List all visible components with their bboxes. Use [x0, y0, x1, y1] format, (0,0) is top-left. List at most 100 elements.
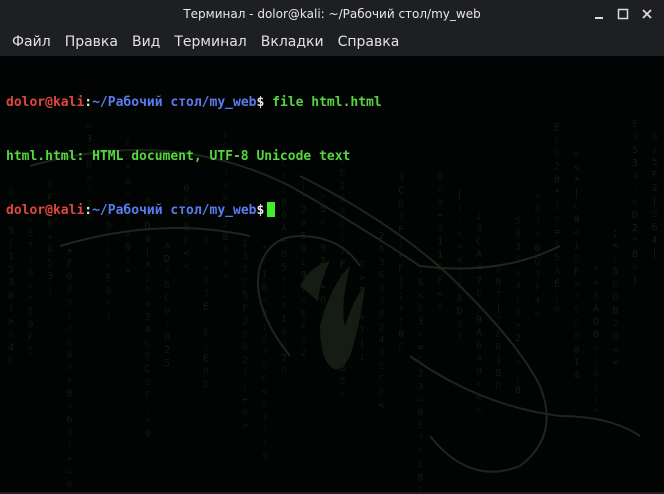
svg-text:F: F [301, 322, 307, 333]
svg-text:|: | [28, 254, 34, 265]
svg-text:<: < [476, 393, 482, 404]
svg-text:<: < [574, 227, 580, 238]
prompt-at: @ [45, 203, 53, 218]
svg-text::: : [457, 203, 463, 214]
svg-text:;: ; [145, 273, 151, 284]
svg-text:3: 3 [476, 224, 482, 235]
svg-text:3: 3 [515, 242, 521, 253]
svg-text:A: A [67, 349, 73, 360]
svg-text:8: 8 [106, 286, 112, 297]
svg-text:>: > [515, 320, 521, 331]
svg-text:F: F [437, 276, 443, 287]
svg-text:<: < [476, 380, 482, 391]
svg-text:C: C [145, 338, 151, 349]
terminal-line: dolor@kali:~/Рабочий стол/my_web$ file h… [6, 94, 382, 112]
svg-text:>: > [223, 271, 229, 282]
svg-text:7: 7 [359, 260, 365, 271]
svg-text::: : [632, 184, 638, 195]
close-button[interactable] [638, 5, 656, 23]
svg-text:5: 5 [340, 376, 346, 387]
svg-text:=: = [418, 342, 424, 353]
terminal-scrollbar[interactable] [660, 56, 664, 494]
svg-text:E: E [203, 301, 209, 312]
svg-text:8: 8 [67, 336, 73, 347]
svg-text:2: 2 [515, 333, 521, 344]
svg-text:+: + [535, 191, 541, 202]
minimize-button[interactable] [590, 5, 608, 23]
svg-text:1: 1 [437, 237, 443, 248]
svg-text:4: 4 [476, 354, 482, 365]
svg-text::: : [398, 316, 404, 327]
svg-text:=: = [301, 296, 307, 307]
prompt-host: kali [52, 203, 85, 218]
terminal-area[interactable]: 5 C * 9 | 1 5 3 B 1 > A 4 D >5 7 | 8 < * 5 9 F 5 9 F 7 B + A 5 3 | + F 0 8 9;… [0, 56, 664, 494]
svg-text:;: ; [67, 310, 73, 321]
close-icon [642, 9, 652, 19]
svg-text:B: B [8, 290, 14, 301]
svg-text:E: E [554, 135, 560, 146]
svg-text:>: > [8, 316, 14, 327]
menu-view[interactable]: Вид [125, 28, 167, 56]
menu-tabs[interactable]: Вкладки [254, 28, 331, 56]
menu-help[interactable]: Справка [331, 28, 407, 56]
maximize-button[interactable] [614, 5, 632, 23]
svg-text:D: D [496, 381, 502, 392]
svg-text:2: 2 [652, 183, 658, 194]
svg-text:F: F [28, 332, 34, 343]
terminal-cursor [267, 202, 276, 217]
svg-text:|: | [554, 291, 560, 302]
terminal-window: Терминал - dolor@kali: ~/Рабочий стол/my… [0, 0, 664, 494]
svg-text:E: E [203, 353, 209, 364]
svg-text:9: 9 [28, 319, 34, 330]
svg-text:5: 5 [281, 262, 287, 273]
svg-text:3: 3 [632, 158, 638, 169]
svg-text:C: C [574, 318, 580, 329]
menu-terminal[interactable]: Терминал [167, 28, 253, 56]
command-text: file html.html [264, 95, 382, 110]
title-bar[interactable]: Терминал - dolor@kali: ~/Рабочий стол/my… [0, 0, 664, 28]
svg-text:E: E [554, 278, 560, 289]
svg-text:>: > [515, 307, 521, 318]
svg-text:=: = [359, 312, 365, 323]
svg-text:B: B [379, 309, 385, 320]
svg-text:=: = [554, 226, 560, 237]
svg-text:|: | [398, 277, 404, 288]
menu-file[interactable]: Файл [0, 28, 58, 56]
svg-text:+: + [593, 278, 599, 289]
svg-text:=: = [613, 357, 619, 368]
svg-text:7: 7 [340, 285, 346, 296]
svg-text:<: < [593, 343, 599, 354]
svg-text:1: 1 [262, 270, 268, 281]
menu-edit[interactable]: Правка [58, 28, 125, 56]
svg-text:+: + [242, 394, 248, 405]
svg-text:|: | [47, 284, 53, 295]
terminal-line: html.html: HTML document, UTF-8 Unicode … [6, 148, 382, 166]
svg-text::: : [515, 346, 521, 357]
svg-text:3: 3 [47, 271, 53, 282]
svg-text:=: = [574, 149, 580, 160]
svg-text:9: 9 [301, 270, 307, 281]
svg-text:7: 7 [281, 353, 287, 364]
svg-text:0: 0 [496, 264, 502, 275]
svg-text:C: C [242, 277, 248, 288]
svg-text:4: 4 [145, 325, 151, 336]
svg-text:2: 2 [554, 161, 560, 172]
svg-text:3: 3 [379, 348, 385, 359]
svg-text:*: * [632, 236, 638, 247]
svg-text:+: + [418, 329, 424, 340]
svg-text:A: A [281, 340, 287, 351]
svg-text:*: * [125, 268, 131, 279]
svg-text:;: ; [359, 351, 365, 362]
svg-text:1: 1 [496, 355, 502, 366]
svg-text:;: ; [398, 290, 404, 301]
svg-text:0: 0 [613, 331, 619, 342]
svg-text:8: 8 [67, 284, 73, 295]
svg-text:2: 2 [613, 318, 619, 329]
svg-text:;: ; [457, 216, 463, 227]
svg-text:3: 3 [262, 413, 268, 424]
svg-text:0: 0 [398, 329, 404, 340]
svg-text:6: 6 [164, 280, 170, 291]
svg-text:|: | [496, 303, 502, 314]
svg-text:6: 6 [281, 327, 287, 338]
svg-text:8: 8 [262, 400, 268, 411]
